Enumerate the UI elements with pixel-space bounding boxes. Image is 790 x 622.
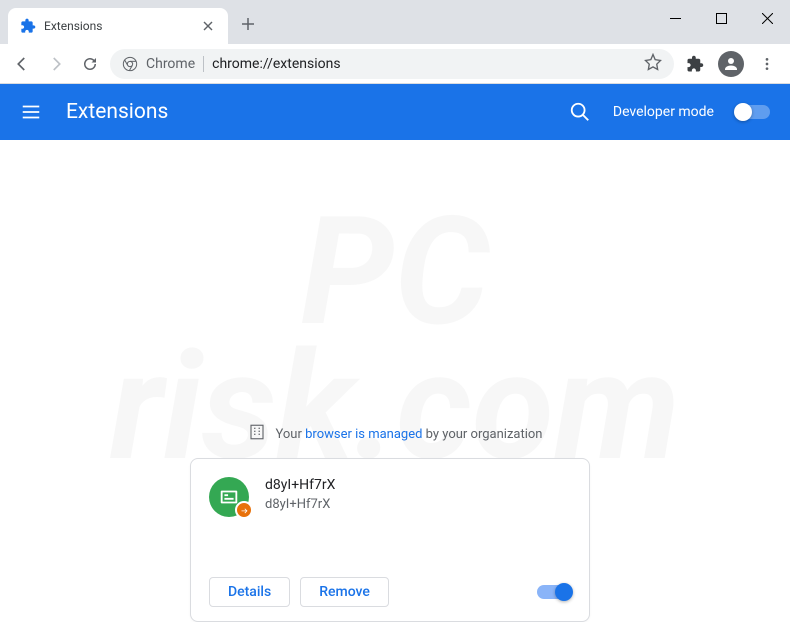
- separator: [203, 56, 204, 72]
- extension-description: d8yI+Hf7rX: [265, 497, 335, 512]
- tab-title: Extensions: [44, 19, 192, 33]
- extensions-header: Extensions Developer mode: [0, 84, 790, 140]
- address-bar[interactable]: Chrome chrome://extensions: [110, 49, 674, 79]
- close-tab-icon[interactable]: [200, 18, 216, 34]
- building-icon: [248, 423, 266, 445]
- url-text: chrome://extensions: [212, 56, 636, 72]
- chrome-icon: [122, 56, 138, 72]
- browser-tab[interactable]: Extensions: [8, 8, 228, 44]
- back-button[interactable]: [8, 50, 36, 78]
- extension-card-icon: [209, 477, 249, 517]
- extensions-puzzle-button[interactable]: [680, 49, 710, 79]
- page-title: Extensions: [66, 100, 168, 124]
- forward-button[interactable]: [42, 50, 70, 78]
- managed-prefix: Your: [276, 427, 306, 442]
- kebab-menu-button[interactable]: [752, 49, 782, 79]
- browser-toolbar: Chrome chrome://extensions: [0, 44, 790, 84]
- developer-mode-label: Developer mode: [613, 104, 714, 120]
- developer-mode-toggle[interactable]: [736, 105, 770, 119]
- content-area: PC risk.com Your browser is managed by y…: [0, 140, 790, 539]
- managed-browser-link[interactable]: browser is managed: [305, 427, 422, 442]
- profile-avatar-button[interactable]: [716, 49, 746, 79]
- toggle-knob: [734, 103, 752, 121]
- close-window-button[interactable]: [744, 0, 790, 36]
- remove-button[interactable]: Remove: [300, 577, 389, 607]
- maximize-button[interactable]: [698, 0, 744, 36]
- avatar-icon: [718, 51, 744, 77]
- window-controls: [652, 0, 790, 36]
- extension-name: d8yI+Hf7rX: [265, 477, 335, 493]
- hamburger-menu-icon[interactable]: [20, 101, 42, 123]
- toggle-knob: [555, 583, 573, 601]
- new-tab-button[interactable]: [234, 10, 262, 38]
- reload-button[interactable]: [76, 50, 104, 78]
- managed-browser-notice: Your browser is managed by your organiza…: [0, 410, 790, 458]
- bookmark-star-icon[interactable]: [644, 53, 662, 75]
- minimize-button[interactable]: [652, 0, 698, 36]
- window-titlebar: Extensions: [0, 0, 790, 44]
- extension-badge-icon: [235, 501, 253, 519]
- extension-card: d8yI+Hf7rX d8yI+Hf7rX Details Remove: [190, 458, 590, 622]
- details-button[interactable]: Details: [209, 577, 290, 607]
- search-icon[interactable]: [569, 101, 591, 123]
- extension-puzzle-icon: [20, 18, 36, 34]
- url-scheme-label: Chrome: [146, 56, 195, 72]
- managed-suffix: by your organization: [422, 427, 542, 442]
- extension-enable-toggle[interactable]: [537, 585, 571, 599]
